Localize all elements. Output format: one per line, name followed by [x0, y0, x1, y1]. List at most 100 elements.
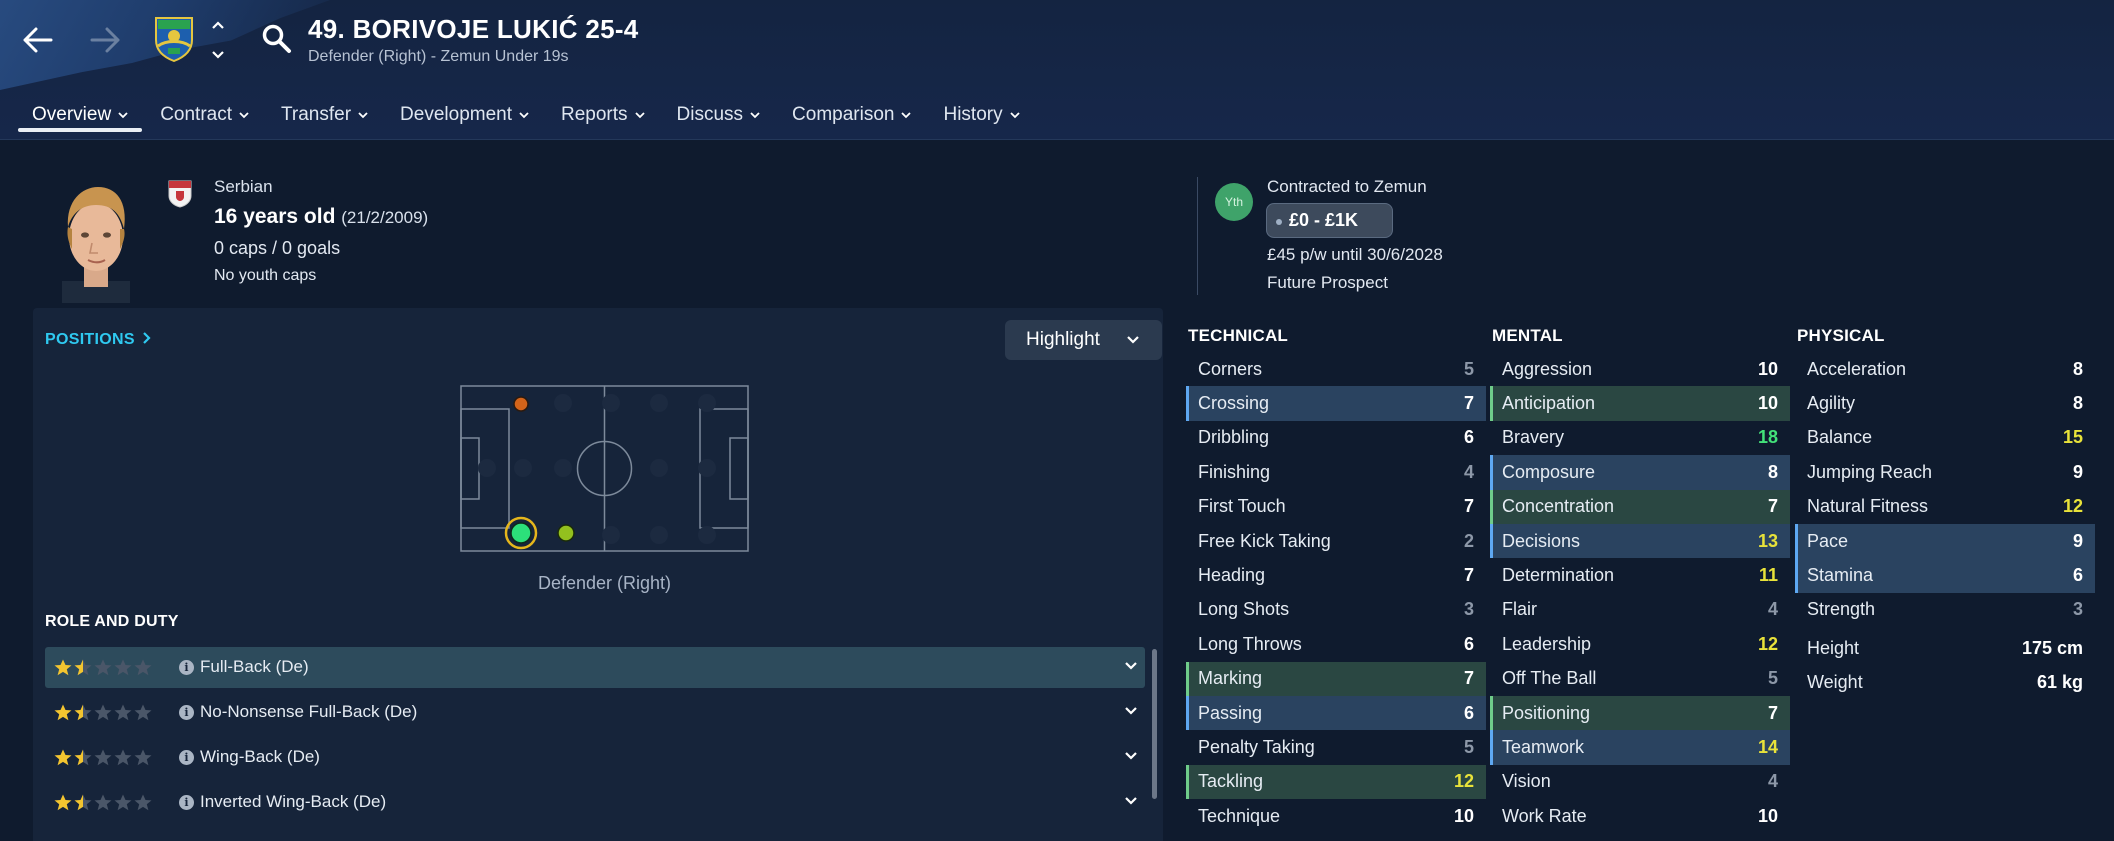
info-icon[interactable]: i	[179, 750, 194, 765]
role-label: No-Nonsense Full-Back (De)	[200, 702, 418, 721]
attr-value: 10	[1453, 805, 1474, 826]
attr-row[interactable]: Stamina 6	[1795, 558, 2095, 594]
attr-label: Concentration	[1502, 496, 1615, 517]
attr-row[interactable]: Concentration 7	[1490, 489, 1790, 525]
tab-overview[interactable]: Overview	[16, 92, 144, 132]
chevron-down-icon[interactable]	[1124, 661, 1138, 671]
attr-value: 5	[1463, 736, 1474, 757]
chevron-down-icon[interactable]	[211, 50, 225, 60]
attr-value: 7	[1463, 565, 1474, 586]
attr-label: Natural Fitness	[1807, 496, 1929, 517]
player-title: 49. BORIVOJE LUKIĆ 25-4	[308, 14, 639, 44]
attr-row[interactable]: Heading 7	[1186, 558, 1486, 592]
attr-row[interactable]: Aggression 10	[1490, 352, 1790, 386]
positions-link[interactable]: POSITIONS	[45, 331, 151, 349]
highlight-dropdown[interactable]: Highlight	[1005, 320, 1162, 360]
attr-row[interactable]: Composure 8	[1490, 455, 1790, 490]
back-button[interactable]	[18, 20, 58, 60]
attr-row[interactable]: Vision 4	[1490, 765, 1790, 799]
attr-row[interactable]: Long Throws 6	[1186, 627, 1486, 661]
chevron-down-icon[interactable]	[1124, 751, 1138, 761]
attr-row[interactable]: Natural Fitness 12	[1795, 490, 2095, 524]
chevron-down-icon[interactable]	[1124, 706, 1138, 716]
attr-value: 4	[1463, 461, 1474, 482]
position-pitch-map	[460, 385, 749, 552]
role-row-full-back[interactable]: i Full-Back (De)	[45, 647, 1145, 688]
attr-row[interactable]: Marking 7	[1186, 661, 1486, 697]
attr-value: 11	[1758, 565, 1778, 586]
attr-row[interactable]: Technique 10	[1186, 799, 1486, 833]
attr-label: Finishing	[1198, 461, 1271, 482]
attr-row[interactable]: Flair 4	[1490, 593, 1790, 627]
tab-development[interactable]: Development	[384, 92, 545, 132]
attr-row[interactable]: Free Kick Taking 2	[1186, 524, 1486, 558]
star-empty-icon	[114, 659, 132, 676]
info-icon[interactable]: i	[179, 795, 194, 810]
info-icon[interactable]: i	[179, 660, 194, 675]
role-rating-stars	[54, 749, 152, 766]
club-crest-icon[interactable]	[154, 16, 194, 62]
player-switcher[interactable]	[206, 20, 230, 60]
prospect-status: Future Prospect	[1267, 273, 1388, 292]
mental-attributes: MENTAL Aggression 10 Anticipation 10 Brave…	[1490, 326, 1790, 833]
attr-row[interactable]: Leadership 12	[1490, 627, 1790, 661]
attr-row[interactable]: Tackling 12	[1186, 764, 1486, 800]
attr-row[interactable]: Strength 3	[1795, 593, 2095, 627]
attr-row[interactable]: Decisions 13	[1490, 523, 1790, 559]
attr-row[interactable]: Balance 15	[1795, 421, 2095, 455]
position-dot-unconvincing	[513, 396, 529, 412]
attr-row[interactable]: Penalty Taking 5	[1186, 730, 1486, 764]
role-row-inverted-wing-back[interactable]: i Inverted Wing-Back (De)	[45, 782, 1145, 823]
attr-row[interactable]: Crossing 7	[1186, 386, 1486, 422]
youth-caps: No youth caps	[214, 267, 317, 284]
chevron-up-icon[interactable]	[211, 20, 225, 30]
attr-row[interactable]: Off The Ball 5	[1490, 662, 1790, 696]
chevron-down-icon[interactable]	[1124, 796, 1138, 806]
attr-row[interactable]: Dribbling 6	[1186, 421, 1486, 455]
attr-value: 9	[2072, 461, 2083, 482]
attr-row[interactable]: Bravery 18	[1490, 421, 1790, 455]
tab-comparison[interactable]: Comparison	[776, 92, 927, 132]
arrow-left-icon	[23, 27, 53, 53]
tab-history[interactable]: History	[927, 92, 1035, 132]
role-row-no-nonsense-full-back[interactable]: i No-Nonsense Full-Back (De)	[45, 692, 1145, 733]
roles-scrollbar[interactable]	[1152, 649, 1157, 799]
positions-label: POSITIONS	[45, 331, 135, 348]
attr-value: 9	[2072, 530, 2083, 551]
tab-reports[interactable]: Reports	[545, 92, 661, 132]
attr-row[interactable]: Work Rate 10	[1490, 799, 1790, 833]
attr-row[interactable]: Corners 5	[1186, 352, 1486, 386]
attr-row[interactable]: Agility 8	[1795, 386, 2095, 420]
technical-attributes: TECHNICAL Corners 5 Crossing 7 Dribbling 6 …	[1186, 326, 1486, 833]
chevron-right-icon	[142, 332, 151, 344]
attr-row[interactable]: Finishing 4	[1186, 455, 1486, 489]
transfer-value-pill[interactable]: £0 - £1K	[1266, 203, 1393, 238]
info-icon[interactable]: i	[179, 705, 194, 720]
attr-label: Corners	[1198, 358, 1263, 379]
attr-row[interactable]: Determination 11	[1490, 558, 1790, 592]
attr-row[interactable]: First Touch 7	[1186, 490, 1486, 524]
attr-value: 8	[2072, 393, 2083, 414]
attr-row[interactable]: Jumping Reach 9	[1795, 455, 2095, 489]
attr-label: Marking	[1198, 668, 1263, 689]
attr-row[interactable]: Long Shots 3	[1186, 593, 1486, 627]
star-half-icon	[74, 704, 92, 721]
tab-transfer[interactable]: Transfer	[265, 92, 384, 132]
role-label: Wing-Back (De)	[200, 747, 320, 766]
attr-label: Flair	[1502, 599, 1537, 620]
attr-label: Crossing	[1198, 393, 1270, 414]
tab-discuss[interactable]: Discuss	[661, 92, 777, 132]
attr-row[interactable]: Passing 6	[1186, 695, 1486, 731]
attr-row[interactable]: Pace 9	[1795, 523, 2095, 559]
attr-row[interactable]: Anticipation 10	[1490, 386, 1790, 422]
role-row-wing-back[interactable]: i Wing-Back (De)	[45, 737, 1145, 778]
attr-row[interactable]: Positioning 7	[1490, 695, 1790, 731]
attr-row[interactable]: Acceleration 8	[1795, 352, 2095, 386]
attr-value: 10	[1757, 358, 1778, 379]
search-icon[interactable]	[260, 22, 294, 56]
forward-button[interactable]	[85, 20, 125, 60]
attr-row[interactable]: Teamwork 14	[1490, 730, 1790, 766]
tab-contract[interactable]: Contract	[144, 92, 265, 132]
star-half-icon	[74, 749, 92, 766]
height-label: Height	[1807, 637, 1860, 658]
